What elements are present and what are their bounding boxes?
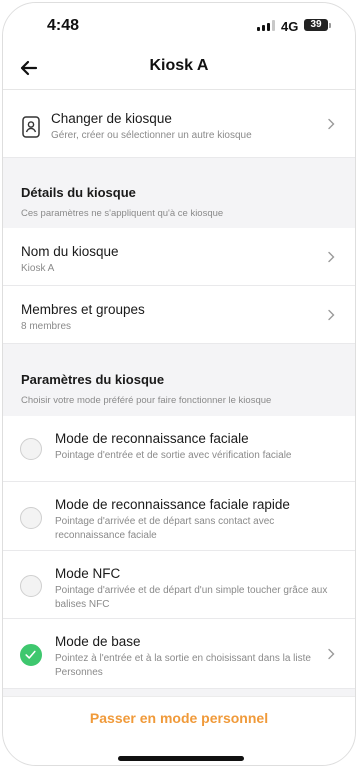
members-count: 8 membres xyxy=(21,321,72,332)
home-indicator[interactable] xyxy=(118,756,244,761)
kiosk-details-section-header: Détails du kiosque Ces paramètres ne s'a… xyxy=(3,158,355,228)
radio-button[interactable] xyxy=(20,575,42,597)
battery-icon: 39 xyxy=(304,19,328,31)
kiosk-name-label: Nom du kiosque xyxy=(21,244,119,259)
footer: Passer en mode personnel xyxy=(3,696,355,765)
change-kiosk-subtitle: Gérer, créer ou sélectionner un autre ki… xyxy=(51,130,252,141)
change-kiosk-row[interactable]: Changer de kiosque Gérer, créer ou sélec… xyxy=(3,90,355,158)
mode-title: Mode de reconnaissance faciale xyxy=(55,431,249,446)
mode-description: Pointez à l'entrée et à la sortie en cho… xyxy=(55,653,311,678)
mode-option-nfc[interactable]: Mode NFC Pointage d'arrivée et de départ… xyxy=(3,551,355,619)
kiosk-settings-subtitle: Choisir votre mode préféré pour faire fo… xyxy=(21,395,272,406)
members-groups-row[interactable]: Membres et groupes 8 membres xyxy=(3,286,355,344)
page-title: Kiosk A xyxy=(149,57,209,74)
mode-description: Pointage d'entrée et de sortie avec véri… xyxy=(55,450,292,461)
mode-title: Mode de reconnaissance faciale rapide xyxy=(55,497,290,512)
mode-title: Mode de base xyxy=(55,634,141,649)
kiosk-name-value: Kiosk A xyxy=(21,263,55,274)
radio-button-checked[interactable] xyxy=(20,644,42,666)
switch-personal-mode-button[interactable]: Passer en mode personnel xyxy=(3,710,355,726)
kiosk-settings-title: Paramètres du kiosque xyxy=(21,372,165,387)
members-groups-label: Membres et groupes xyxy=(21,302,145,317)
battery-tip xyxy=(329,23,331,28)
chevron-right-icon xyxy=(328,251,335,262)
mode-option-basic[interactable]: Mode de base Pointez à l'entrée et à la … xyxy=(3,619,355,689)
kiosk-details-subtitle: Ces paramètres ne s'appliquent qu'à ce k… xyxy=(21,208,224,219)
network-type: 4G xyxy=(281,19,299,34)
settings-list: Changer de kiosque Gérer, créer ou sélec… xyxy=(3,90,355,689)
radio-button[interactable] xyxy=(20,507,42,529)
signal-icon xyxy=(257,20,275,31)
mode-description: Pointage d'arrivée et de départ d'un sim… xyxy=(55,585,328,610)
kiosk-user-icon xyxy=(22,116,40,138)
kiosk-details-title: Détails du kiosque xyxy=(21,185,136,200)
status-bar: 4:48 4G 39 xyxy=(3,3,355,47)
change-kiosk-title: Changer de kiosque xyxy=(51,111,172,126)
mode-description: Pointage d'arrivée et de départ sans con… xyxy=(55,516,275,541)
mode-option-facial[interactable]: Mode de reconnaissance faciale Pointage … xyxy=(3,416,355,482)
phone-screen: 4:48 4G 39 Kiosk A Changer de kiosque Gé… xyxy=(2,2,356,766)
kiosk-settings-section-header: Paramètres du kiosque Choisir votre mode… xyxy=(3,344,355,416)
chevron-right-icon xyxy=(328,118,335,129)
radio-button[interactable] xyxy=(20,438,42,460)
mode-title: Mode NFC xyxy=(55,566,121,581)
status-time: 4:48 xyxy=(47,17,80,34)
kiosk-name-row[interactable]: Nom du kiosque Kiosk A xyxy=(3,228,355,286)
header: Kiosk A xyxy=(3,47,355,90)
checkmark-icon xyxy=(25,650,36,659)
chevron-right-icon xyxy=(328,648,335,659)
mode-option-fast-facial[interactable]: Mode de reconnaissance faciale rapide Po… xyxy=(3,482,355,551)
chevron-right-icon xyxy=(328,309,335,320)
